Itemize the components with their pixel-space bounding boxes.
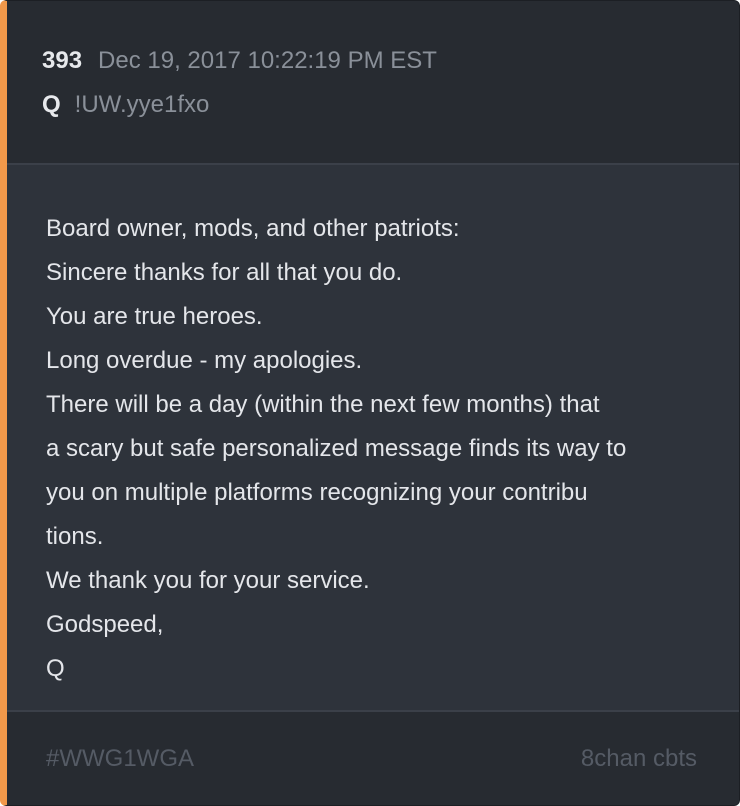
- post-body: Board owner, mods, and other patriots: S…: [46, 207, 709, 691]
- author-name: Q: [42, 91, 61, 118]
- post-line: Sincere thanks for all that you do.: [46, 259, 403, 286]
- author-tripcode: !UW.yye1fxo: [74, 91, 210, 118]
- post-footer: #WWG1WGA 8chan cbts: [7, 710, 739, 805]
- post-meta: 393 Dec 19, 2017 10:22:19 PM EST: [42, 47, 437, 79]
- post-author: Q !UW.yye1fxo: [42, 91, 209, 123]
- post-card: 393 Dec 19, 2017 10:22:19 PM EST Q !UW.y…: [0, 0, 740, 806]
- post-line: a scary but safe personalized message fi…: [46, 435, 627, 462]
- source-label: 8chan cbts: [580, 745, 697, 772]
- post-line: Q: [46, 655, 65, 682]
- post-line: tions.: [46, 523, 104, 550]
- post-number[interactable]: 393: [42, 47, 82, 75]
- post-line: you on multiple platforms recognizing yo…: [46, 479, 588, 506]
- post-line: Long overdue - my apologies.: [46, 347, 363, 374]
- post-line: You are true heroes.: [46, 303, 263, 330]
- post-date: Dec 19, 2017 10:22:19 PM EST: [98, 47, 437, 74]
- hashtag-label: #WWG1WGA: [46, 745, 194, 772]
- post-line: Godspeed,: [46, 611, 164, 638]
- post-line: We thank you for your service.: [46, 567, 370, 594]
- post-line: Board owner, mods, and other patriots:: [46, 215, 460, 242]
- post-line: There will be a day (within the next few…: [46, 391, 600, 418]
- post-header: 393 Dec 19, 2017 10:22:19 PM EST Q !UW.y…: [7, 1, 739, 165]
